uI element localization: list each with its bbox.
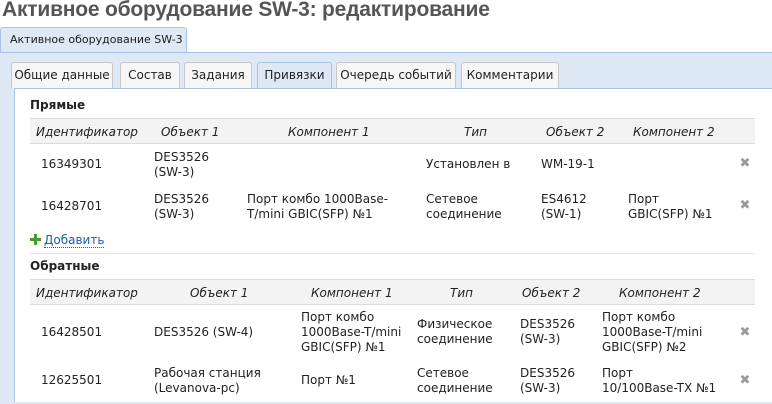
cell-line: 1000Base-T/mini <box>301 325 402 339</box>
add-binding-label: Добавить <box>44 233 105 248</box>
cell-component-2[interactable]: Порт 10/100Base-TX №1 <box>602 366 716 396</box>
cell-id: 16428701 <box>41 199 103 213</box>
cell-line: (Levanova-pc) <box>154 381 240 395</box>
plus-icon <box>30 234 41 245</box>
cell-line: (SW-3) <box>154 165 195 179</box>
column-header: Объект 2 <box>546 125 605 139</box>
tab-tasks[interactable]: Задания <box>184 62 252 89</box>
cell-line: T/mini GBIC(SFP) №1 <box>247 207 373 221</box>
cell-line: GBIC(SFP) №2 <box>602 340 687 354</box>
cell-line: соединение <box>417 332 493 346</box>
cell-id: 16349301 <box>41 157 103 171</box>
direct-table-header: Идентификатор Объект 1 Компонент 1 Тип О… <box>30 118 755 144</box>
tab-bindings[interactable]: Привязки <box>257 62 332 90</box>
cell-line: (SW-3) <box>154 207 195 221</box>
cell-line: Порт <box>628 192 659 206</box>
cell-line: Сетевое <box>417 366 469 380</box>
delete-icon[interactable]: ✖ <box>739 157 751 170</box>
cell-component-2[interactable]: Порт GBIC(SFP) №1 <box>628 192 713 222</box>
cell-object-1[interactable]: DES3526 (SW-3) <box>154 150 209 180</box>
cell-line: (SW-1) <box>541 207 582 221</box>
reverse-table-header: Идентификатор Объект 1 Компонент 1 Тип О… <box>30 279 755 305</box>
column-header: Объект 2 <box>522 286 581 300</box>
cell-line: Физическое <box>417 317 493 331</box>
cell-line: GBIC(SFP) №1 <box>628 207 713 221</box>
delete-icon[interactable]: ✖ <box>739 374 751 387</box>
outer-tab-equipment[interactable]: Активное оборудование SW-3 <box>0 27 187 53</box>
column-header: Объект 1 <box>190 286 249 300</box>
cell-line: Порт комбо <box>301 310 375 324</box>
column-header: Компонент 2 <box>633 125 715 139</box>
reverse-section-title: Обратные <box>30 259 100 273</box>
delete-icon[interactable]: ✖ <box>739 326 751 339</box>
tab-comments[interactable]: Комментарии <box>461 62 559 89</box>
column-header: Компонент 1 <box>288 125 370 139</box>
section-divider <box>30 253 755 254</box>
tab-event-queue[interactable]: Очередь событий <box>336 62 456 89</box>
cell-line: Сетевое <box>426 192 478 206</box>
column-header: Компонент 2 <box>619 286 701 300</box>
cell-object-2[interactable]: DES3526 (SW-3) <box>520 317 575 347</box>
column-header: Идентификатор <box>36 125 138 139</box>
add-binding-button[interactable]: Добавить <box>30 233 105 249</box>
cell-object-2[interactable]: WM-19-1 <box>541 157 595 172</box>
column-header: Идентификатор <box>36 286 138 300</box>
cell-line: Рабочая станция <box>154 366 261 380</box>
cell-type: Установлен в <box>426 157 511 171</box>
page-title: Активное оборудование SW-3: редактирован… <box>2 0 490 21</box>
cell-type: Сетевое соединение <box>417 366 493 396</box>
cell-type: Сетевое соединение <box>426 192 502 222</box>
column-header: Объект 1 <box>161 125 220 139</box>
cell-line: соединение <box>426 207 502 221</box>
cell-line: 10/100Base-TX №1 <box>602 381 717 395</box>
cell-line: GBIC(SFP) №1 <box>301 340 386 354</box>
cell-line: ES4612 <box>541 192 587 206</box>
cell-object-1[interactable]: DES3526 (SW-4) <box>154 325 253 340</box>
cell-component-2[interactable]: Порт комбо 1000Base-T/mini GBIC(SFP) №2 <box>602 310 702 355</box>
cell-object-2[interactable]: DES3526 (SW-3) <box>520 366 575 396</box>
column-header: Компонент 1 <box>311 286 393 300</box>
cell-id: 12625501 <box>41 373 103 387</box>
cell-type: Физическое соединение <box>417 317 493 347</box>
cell-line: (SW-3) <box>520 332 561 346</box>
direct-section-title: Прямые <box>30 98 86 112</box>
cell-component-1[interactable]: Порт комбо 1000Base-T/mini GBIC(SFP) №1 <box>301 310 401 355</box>
cell-id: 16428501 <box>41 325 103 339</box>
cell-object-2[interactable]: ES4612 (SW-1) <box>541 192 587 222</box>
delete-icon[interactable]: ✖ <box>739 199 751 212</box>
cell-line: DES3526 <box>154 192 209 206</box>
cell-line: 1000Base-T/mini <box>602 325 703 339</box>
cell-line: Порт <box>602 366 633 380</box>
tab-composition[interactable]: Состав <box>120 62 180 89</box>
cell-line: DES3526 <box>520 366 575 380</box>
cell-line: Порт комбо <box>602 310 676 324</box>
cell-line: DES3526 <box>520 317 575 331</box>
cell-line: (SW-3) <box>520 381 561 395</box>
column-header: Тип <box>450 286 473 300</box>
cell-line: соединение <box>417 381 493 395</box>
cell-component-1[interactable]: Порт №1 <box>301 373 356 388</box>
cell-object-1[interactable]: Рабочая станция (Levanova-pc) <box>154 366 261 396</box>
cell-object-1[interactable]: DES3526 (SW-3) <box>154 192 209 222</box>
cell-component-1[interactable]: Порт комбо 1000Base- T/mini GBIC(SFP) №1 <box>247 192 388 222</box>
tab-general[interactable]: Общие данные <box>11 62 113 89</box>
column-header: Тип <box>464 125 487 139</box>
cell-line: DES3526 <box>154 150 209 164</box>
cell-line: Порт комбо 1000Base- <box>247 192 389 206</box>
